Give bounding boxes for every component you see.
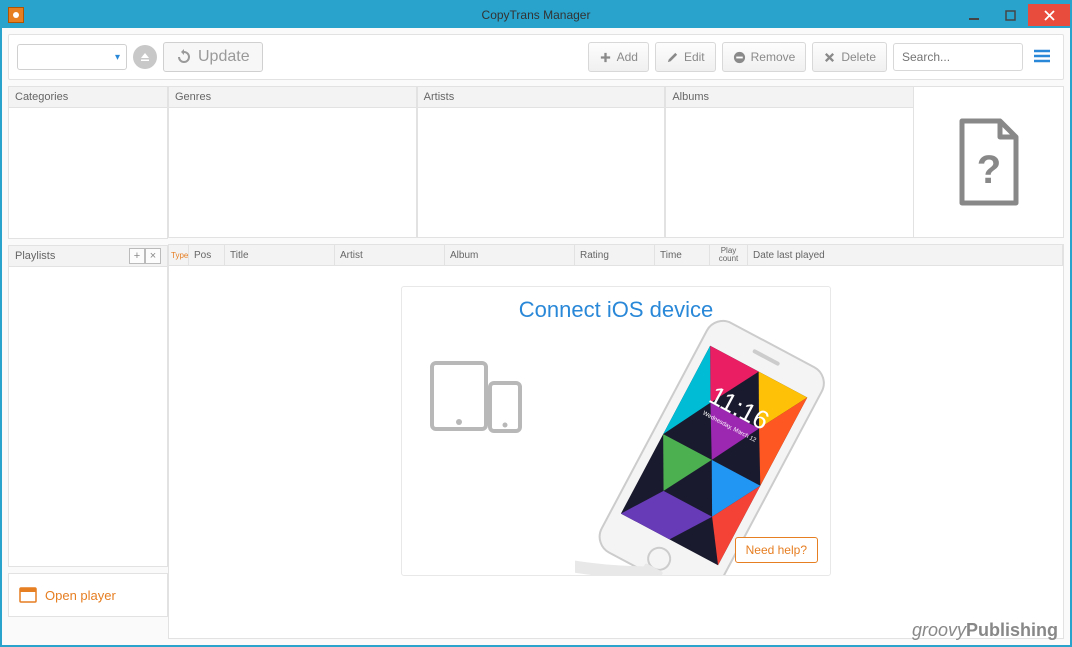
document-question-icon: ? [954,117,1024,207]
left-column: Categories Playlists + × Open player [8,86,168,639]
hamburger-icon [1033,49,1051,63]
devices-gray-icon [430,357,530,437]
connect-device-prompt: Connect iOS device [401,286,831,576]
close-button[interactable] [1028,4,1070,26]
genres-panel: Genres [168,86,417,238]
main-area: Categories Playlists + × Open player [8,86,1064,639]
filter-row: Genres Artists Albums ? [168,86,1064,238]
col-playcount[interactable]: Play count [710,245,748,265]
playlist-delete-button[interactable]: × [145,248,161,264]
menu-button[interactable] [1029,47,1055,68]
playlist-add-button[interactable]: + [129,248,145,264]
albums-list[interactable] [665,108,914,238]
minus-circle-icon [733,51,746,64]
categories-header: Categories [8,86,168,108]
open-player-button[interactable]: Open player [8,573,168,617]
col-rating[interactable]: Rating [575,245,655,265]
maximize-button[interactable] [992,4,1028,26]
minimize-button[interactable] [956,4,992,26]
col-type[interactable]: Type [169,245,189,265]
svg-text:?: ? [976,148,1000,192]
toolbar: ▾ Update Add Edit Remove Delete [8,34,1064,80]
right-column: Genres Artists Albums ? [168,86,1064,639]
app-window: CopyTrans Manager ▾ Update Add [0,0,1072,647]
playlists-header: Playlists + × [8,245,168,267]
delete-button[interactable]: Delete [812,42,887,72]
playlists-panel: Playlists + × [8,245,168,567]
col-title[interactable]: Title [225,245,335,265]
categories-panel: Categories [8,86,168,239]
col-date[interactable]: Date last played [748,245,1063,265]
update-button[interactable]: Update [163,42,263,72]
col-album[interactable]: Album [445,245,575,265]
need-help-button[interactable]: Need help? [735,537,818,563]
genres-list[interactable] [168,108,417,238]
col-artist[interactable]: Artist [335,245,445,265]
app-icon [8,7,24,23]
x-icon [823,51,836,64]
device-select[interactable]: ▾ [17,44,127,70]
eject-button[interactable] [133,45,157,69]
col-time[interactable]: Time [655,245,710,265]
search-box[interactable] [893,43,1023,71]
track-grid-body[interactable]: Connect iOS device [168,266,1064,639]
remove-button[interactable]: Remove [722,42,807,72]
categories-list[interactable] [8,108,168,239]
albums-panel: Albums [665,86,914,238]
window-controls [956,4,1070,26]
artists-list[interactable] [417,108,666,238]
titlebar[interactable]: CopyTrans Manager [2,2,1070,28]
artists-panel: Artists [417,86,666,238]
edit-button[interactable]: Edit [655,42,716,72]
add-button[interactable]: Add [588,42,649,72]
brand-watermark: groovyPublishing [912,620,1058,641]
chevron-down-icon: ▾ [115,52,120,63]
playlists-list[interactable] [8,267,168,567]
plus-icon [599,51,612,64]
refresh-icon [176,49,192,65]
window-title: CopyTrans Manager [482,8,591,22]
pencil-icon [666,51,679,64]
track-grid-header: Type Pos Title Artist Album Rating Time … [168,244,1064,266]
player-icon [19,587,37,603]
col-pos[interactable]: Pos [189,245,225,265]
artwork-panel: ? [914,86,1064,238]
